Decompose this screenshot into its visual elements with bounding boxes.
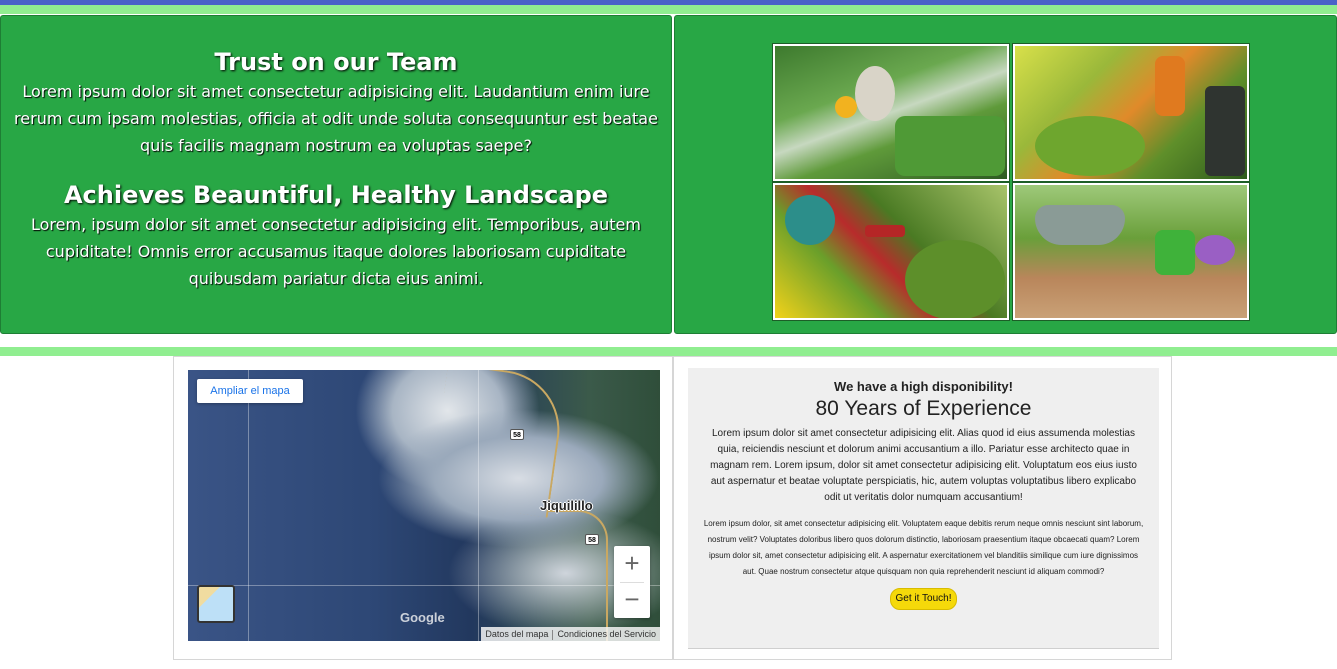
image-gallery [772, 43, 1250, 321]
get-in-touch-button[interactable]: Get it Touch! [889, 588, 958, 610]
map-place-label[interactable]: Jiquilillo [540, 498, 593, 513]
zoom-out-button[interactable]: − [614, 582, 650, 618]
map-data-link[interactable]: Datos del mapa [481, 629, 552, 639]
map-type-toggle[interactable] [197, 585, 235, 623]
zoom-controls: + − [614, 546, 650, 618]
experience-content: We have a high disponibility! 80 Years o… [688, 368, 1159, 649]
google-logo: Google [400, 610, 445, 625]
experience-card: We have a high disponibility! 80 Years o… [673, 356, 1172, 660]
map-road [548, 510, 608, 641]
experience-paragraph-1: Lorem ipsum dolor sit amet consectetur a… [710, 428, 1137, 503]
enlarge-map-button[interactable]: Ampliar el mapa [197, 379, 303, 403]
top-accent-bar [0, 0, 1337, 14]
experience-paragraph-2: Lorem ipsum dolor, sit amet consectetur … [703, 519, 1144, 576]
experience-title: 80 Years of Experience [815, 397, 1032, 420]
gallery-panel [674, 15, 1337, 334]
section-divider [0, 347, 1337, 356]
about-panel: Trust on our Team Lorem ipsum dolor sit … [0, 15, 672, 334]
road-shield-58: 58 [510, 429, 524, 440]
gallery-image-garden-statue[interactable] [772, 43, 1010, 182]
gallery-image-pruning[interactable] [772, 182, 1010, 321]
road-shield-58: 58 [585, 534, 599, 545]
map-road [428, 370, 568, 518]
embedded-map[interactable]: Ampliar el mapa 58 58 Jiquilillo + − Goo… [188, 370, 660, 641]
gallery-image-wheelbarrow[interactable] [1012, 182, 1250, 321]
about-text-landscape: Lorem, ipsum dolor sit amet consectetur … [31, 215, 641, 288]
about-heading-landscape: Achieves Beauntiful, Healthy Landscape [63, 181, 609, 209]
about-text-trust: Lorem ipsum dolor sit amet consectetur a… [14, 82, 658, 155]
about-heading-trust: Trust on our Team [214, 48, 458, 76]
zoom-in-button[interactable]: + [614, 546, 650, 582]
top-blue-stripe [0, 0, 1337, 5]
experience-subtitle: We have a high disponibility! [834, 379, 1013, 394]
map-gridline [248, 370, 249, 641]
gallery-image-gardener[interactable] [1012, 43, 1250, 182]
zoom-separator [620, 582, 644, 583]
map-card: Ampliar el mapa 58 58 Jiquilillo + − Goo… [173, 356, 673, 660]
map-attribution: Datos del mapa Condiciones del Servicio [481, 627, 660, 641]
terms-link[interactable]: Condiciones del Servicio [553, 629, 660, 639]
